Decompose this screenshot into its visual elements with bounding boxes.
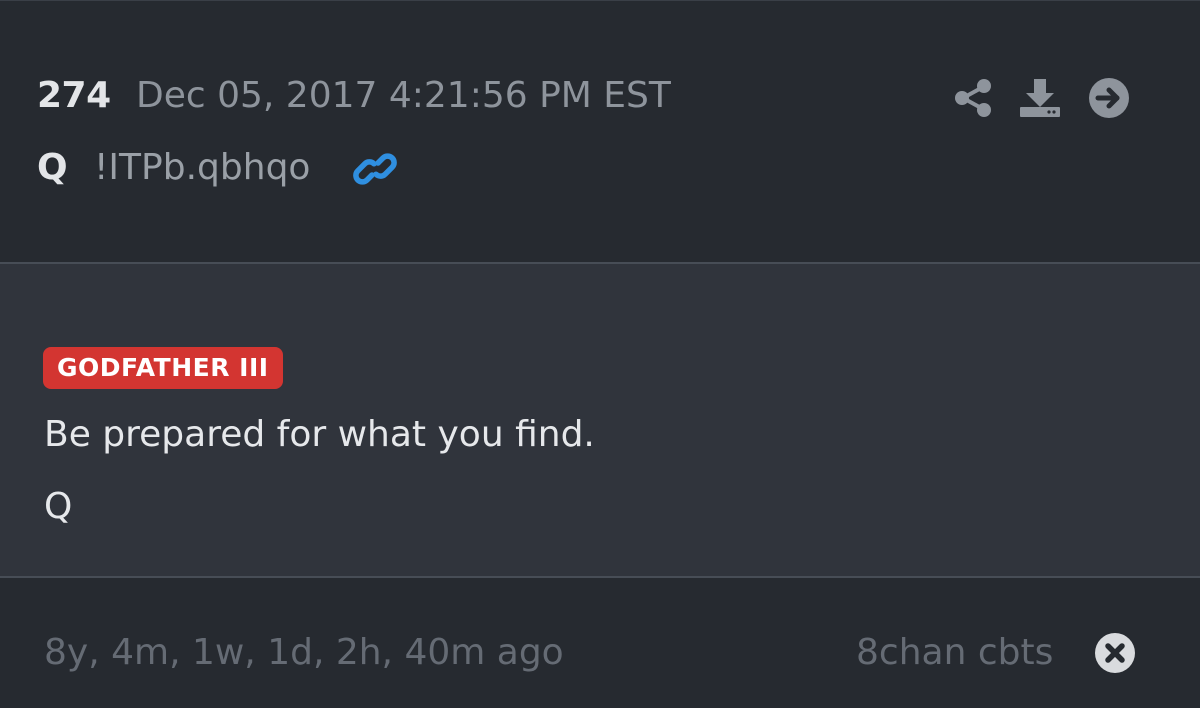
arrow-right-circle-icon[interactable] [1086,75,1132,121]
post-actions [950,75,1132,121]
post-signature: Q [44,486,73,527]
post-footer: 8y, 4m, 1w, 1d, 2h, 40m ago 8chan cbts [0,578,1200,708]
post-body: GODFATHER III Be prepared for what you f… [0,264,1200,576]
download-icon[interactable] [1017,75,1063,121]
close-icon[interactable] [1094,632,1136,674]
link-icon[interactable] [352,149,398,189]
post-number[interactable]: 274 [37,75,111,116]
post-card: 274 Dec 05, 2017 4:21:56 PM EST Q !ITPb.… [0,0,1200,708]
elapsed-time: 8y, 4m, 1w, 1d, 2h, 40m ago [44,632,564,673]
source-label: 8chan cbts [856,632,1054,673]
share-icon[interactable] [950,75,996,121]
title-badge: GODFATHER III [43,347,283,389]
post-timestamp: Dec 05, 2017 4:21:56 PM EST [136,75,671,116]
author-name: Q [37,147,68,188]
post-header: 274 Dec 05, 2017 4:21:56 PM EST Q !ITPb.… [0,0,1200,263]
author-tripcode: !ITPb.qbhqo [94,147,311,188]
post-message: Be prepared for what you find. [44,414,595,455]
